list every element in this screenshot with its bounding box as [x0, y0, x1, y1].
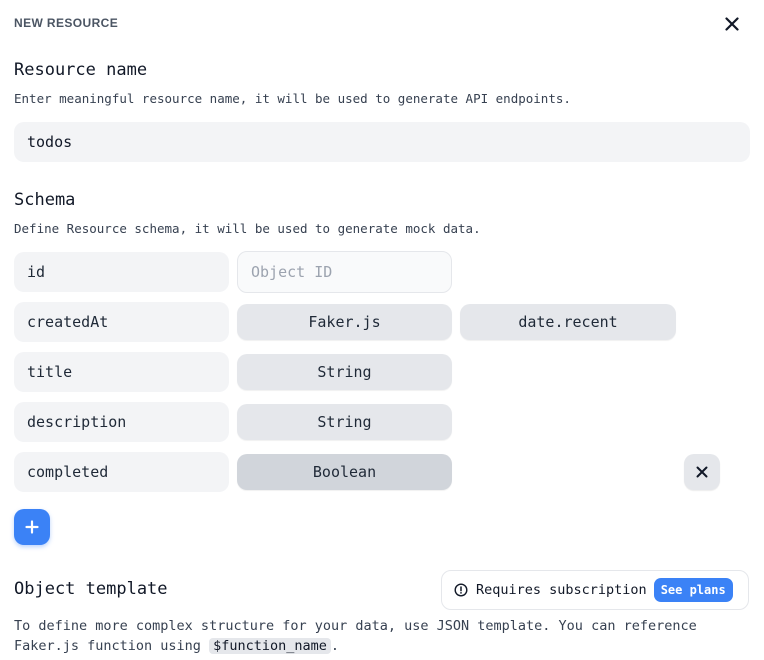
- resource-name-heading: Resource name: [14, 60, 148, 80]
- close-icon: [725, 17, 739, 31]
- field-name-input[interactable]: [14, 352, 229, 392]
- field-name-input[interactable]: [14, 452, 229, 492]
- subscription-label: Requires subscription: [476, 582, 647, 598]
- function-name-code: $function_name: [209, 638, 331, 654]
- add-field-button[interactable]: [14, 509, 50, 545]
- see-plans-button[interactable]: See plans: [653, 578, 733, 602]
- faker-method-button[interactable]: date.recent: [460, 304, 676, 340]
- info-icon: [454, 583, 468, 597]
- field-type-button[interactable]: String: [237, 354, 452, 390]
- remove-field-button[interactable]: [684, 454, 720, 490]
- schema-description: Define Resource schema, it will be used …: [14, 221, 481, 236]
- dialog-title: NEW RESOURCE: [14, 16, 119, 30]
- field-name-input[interactable]: [14, 252, 229, 292]
- template-description-text: To define more complex structure for you…: [14, 618, 697, 654]
- plus-icon: [25, 520, 39, 534]
- template-description-end: .: [330, 638, 340, 654]
- field-value-input[interactable]: [237, 251, 452, 293]
- field-name-input[interactable]: [14, 302, 229, 342]
- field-type-button[interactable]: Faker.js: [237, 304, 452, 340]
- field-type-button[interactable]: String: [237, 404, 452, 440]
- object-template-description: To define more complex structure for you…: [14, 616, 754, 656]
- object-template-heading: Object template: [14, 579, 168, 599]
- field-name-input[interactable]: [14, 402, 229, 442]
- field-type-button[interactable]: Boolean: [237, 454, 452, 490]
- subscription-notice: Requires subscription See plans: [441, 570, 749, 610]
- resource-name-description: Enter meaningful resource name, it will …: [14, 91, 571, 106]
- close-icon: [696, 466, 708, 478]
- schema-heading: Schema: [14, 190, 76, 210]
- close-button[interactable]: [720, 12, 744, 36]
- resource-name-input[interactable]: [14, 122, 750, 162]
